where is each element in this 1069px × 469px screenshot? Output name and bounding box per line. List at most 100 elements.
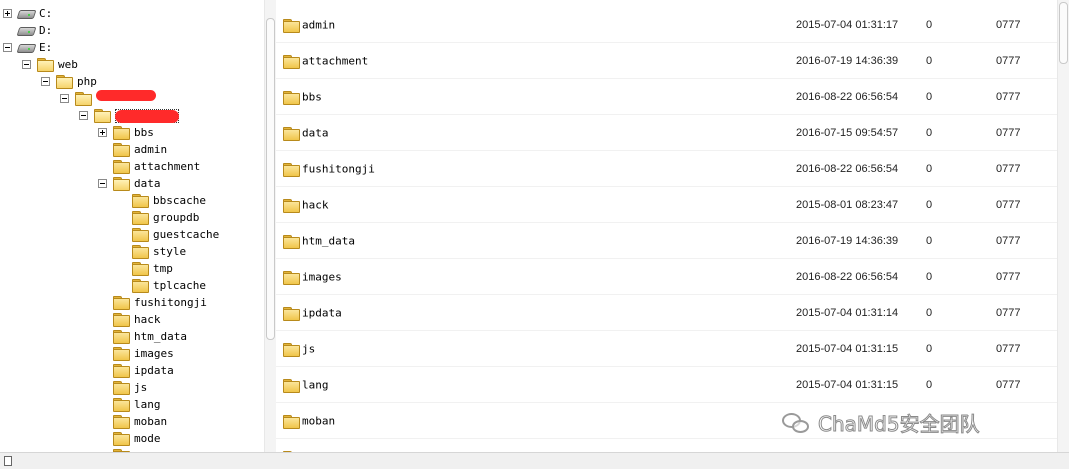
tree-node-label[interactable]: guestcache [153,228,219,242]
collapse-icon[interactable] [41,77,50,86]
tree-node[interactable]: mode [98,430,161,447]
tree-node[interactable]: guestcache [117,226,219,243]
tree-scrollbar-thumb[interactable] [266,18,275,340]
tree-node[interactable]: images [98,345,174,362]
file-name: images [302,270,342,284]
file-row[interactable] [276,439,1057,452]
tree-node[interactable]: tplcache [117,277,206,294]
tree-node[interactable]: bbscache [117,192,206,209]
collapse-icon[interactable] [79,111,88,120]
collapse-icon[interactable] [3,43,12,52]
tree-node[interactable]: js [98,379,147,396]
tree-node-label[interactable]: tmp [153,262,173,276]
file-permissions: 0777 [996,379,1021,391]
tree-node-label[interactable]: tplcache [153,279,206,293]
file-modified-time: 2016-08-22 06:56:54 [796,163,899,175]
file-row[interactable]: admin 2015-07-04 01:31:17 0 0777 [276,7,1057,43]
file-modified-time: 2015-07-04 01:31:17 [796,19,899,31]
tree-node[interactable]: bbs [98,124,154,141]
tree-node-label[interactable]: data [134,177,161,191]
collapse-icon[interactable] [98,179,107,188]
tree-node-label[interactable]: E: [39,41,52,55]
tree-node[interactable]: fushitongji [98,294,207,311]
tree-node[interactable]: php [41,73,97,90]
expand-icon[interactable] [3,9,12,18]
file-size: 0 [926,127,933,139]
tree-scrollbar[interactable] [264,0,276,452]
file-list[interactable]: admin 2015-07-04 01:31:17 0 0777 attachment 2… [276,0,1057,452]
file-name: data [302,126,329,140]
file-modified-time: 2015-07-04 01:31:15 [796,343,899,355]
tree-node-label[interactable]: style [153,245,186,259]
tree-node-label[interactable]: D: [39,24,52,38]
tree-node[interactable]: groupdb [117,209,199,226]
tree-node-label[interactable]: bbs [134,126,154,140]
file-permissions: 0777 [996,271,1021,283]
tree-node-label[interactable]: C: [39,7,52,21]
file-row[interactable]: data 2016-07-15 09:54:57 0 0777 [276,115,1057,151]
tree-node-label[interactable]: web [58,58,78,72]
tree-node[interactable]: attachment [98,158,200,175]
folder-icon [283,199,300,213]
folder-open-icon [94,109,111,123]
list-scrollbar-thumb[interactable] [1059,2,1068,64]
file-row[interactable]: js 2015-07-04 01:31:15 0 0777 [276,331,1057,367]
tree-node-label[interactable]: groupdb [153,211,199,225]
file-row[interactable]: moban [276,403,1057,439]
collapse-icon[interactable] [60,94,69,103]
folder-icon [113,398,130,412]
tree-node[interactable]: ipdata [98,362,174,379]
file-row[interactable]: htm_data 2016-07-19 14:36:39 0 0777 [276,223,1057,259]
tree-node-label[interactable]: admin [134,143,167,157]
file-row[interactable]: fushitongji 2016-08-22 06:56:54 0 0777 [276,151,1057,187]
document-icon [4,456,12,466]
tree-node-label[interactable]: lang [134,398,161,412]
folder-icon [113,143,130,157]
tree-node[interactable]: D: [3,22,52,39]
tree-node-label[interactable]: ipdata [134,364,174,378]
expand-icon[interactable] [98,128,107,137]
tree-node-label[interactable]: attachment [134,160,200,174]
tree-node[interactable]: web [22,56,78,73]
tree-node-label[interactable]: hack [134,313,161,327]
file-row[interactable]: hack 2015-08-01 08:23:47 0 0777 [276,187,1057,223]
tree-node[interactable] [79,107,179,124]
file-modified-time: 2015-07-04 01:31:14 [796,307,899,319]
tree-node[interactable]: htm_data [98,328,187,345]
folder-icon [283,343,300,357]
collapse-icon[interactable] [22,60,31,69]
tree-node[interactable]: moban [98,413,167,430]
file-size: 0 [926,19,933,31]
folder-icon [283,55,300,69]
tree-node[interactable]: style [117,243,186,260]
tree-node-label[interactable]: bbscache [153,194,206,208]
tree-node-label[interactable]: fushitongji [134,296,207,310]
file-size: 0 [926,55,933,67]
file-permissions: 0777 [996,163,1021,175]
tree-node-label[interactable]: mode [134,432,161,446]
tree-node-label[interactable]: php [77,75,97,89]
folder-icon [283,307,300,321]
tree-node[interactable]: hack [98,311,161,328]
tree-node[interactable] [60,90,156,107]
folder-open-icon [56,75,73,89]
tree-node[interactable]: data [98,175,161,192]
file-name: lang [302,378,329,392]
list-scrollbar[interactable] [1057,0,1069,452]
tree-node-label[interactable]: images [134,347,174,361]
file-row[interactable]: attachment 2016-07-19 14:36:39 0 0777 [276,43,1057,79]
tree-node-label[interactable]: moban [134,415,167,429]
tree-node[interactable]: tmp [117,260,173,277]
tree-node[interactable]: E: [3,39,52,56]
folder-tree[interactable]: C: D: E: web php bbs admin attachment data bbscac… [0,0,276,452]
tree-node-label[interactable]: js [134,381,147,395]
file-row[interactable]: ipdata 2015-07-04 01:31:14 0 0777 [276,295,1057,331]
file-row[interactable]: images 2016-08-22 06:56:54 0 0777 [276,259,1057,295]
file-row[interactable]: bbs 2016-08-22 06:56:54 0 0777 [276,79,1057,115]
tree-node[interactable]: C: [3,5,52,22]
file-row[interactable]: lang 2015-07-04 01:31:15 0 0777 [276,367,1057,403]
tree-node[interactable]: lang [98,396,161,413]
tree-node-label[interactable]: htm_data [134,330,187,344]
tree-node[interactable]: admin [98,141,167,158]
folder-icon [132,279,149,293]
